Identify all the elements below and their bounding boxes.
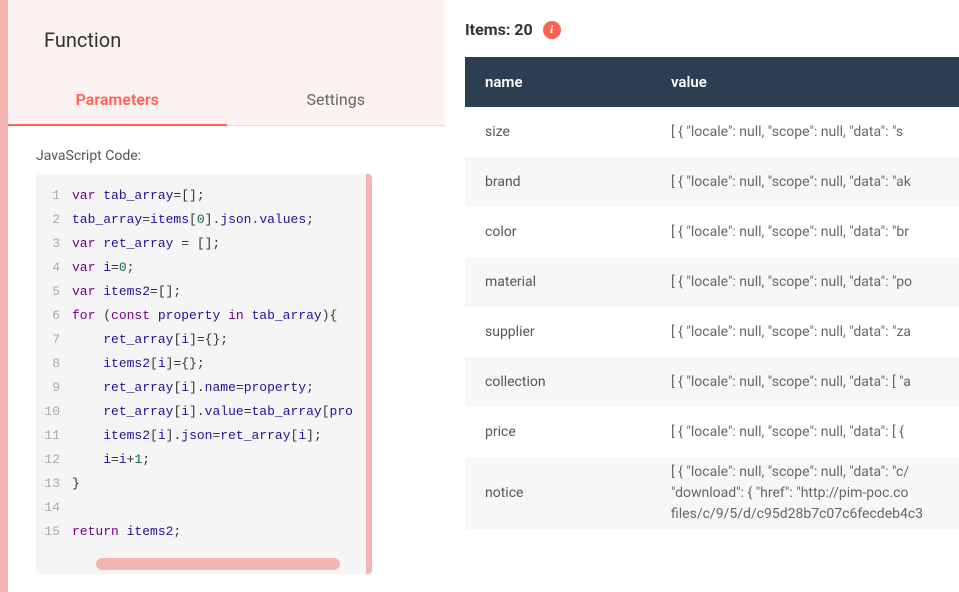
code-editor[interactable]: 1var tab_array=[];2tab_array=items[0].js…: [36, 174, 372, 574]
table-row[interactable]: size[ { "locale": null, "scope": null, "…: [465, 107, 959, 157]
tabs: Parameters Settings: [8, 74, 445, 126]
cell-name: size: [465, 107, 651, 157]
code-line: 13}: [36, 472, 366, 496]
items-header: Items: 20 i: [465, 20, 959, 57]
left-panel: Function Parameters Settings JavaScript …: [8, 0, 445, 592]
table-row[interactable]: color[ { "locale": null, "scope": null, …: [465, 207, 959, 257]
code-line: 12 i=i+1;: [36, 448, 366, 472]
table-row[interactable]: supplier[ { "locale": null, "scope": nul…: [465, 307, 959, 357]
code-line: 14: [36, 496, 366, 520]
code-line: 3var ret_array = [];: [36, 232, 366, 256]
table-row[interactable]: collection[ { "locale": null, "scope": n…: [465, 357, 959, 407]
horizontal-scrollbar[interactable]: [96, 558, 340, 570]
cell-name: material: [465, 257, 651, 307]
cell-value: [ { "locale": null, "scope": null, "data…: [651, 257, 959, 307]
cell-name: collection: [465, 357, 651, 407]
info-icon[interactable]: i: [543, 21, 561, 39]
code-label: JavaScript Code:: [36, 148, 433, 164]
code-line: 11 items2[i].json=ret_array[i];: [36, 424, 366, 448]
cell-name: notice: [465, 457, 651, 529]
items-count-label: Items: 20: [465, 20, 533, 39]
table-row[interactable]: price[ { "locale": null, "scope": null, …: [465, 407, 959, 457]
header-section: Function Parameters Settings: [8, 0, 445, 126]
tab-parameters[interactable]: Parameters: [8, 74, 227, 125]
table-header-row: name value: [465, 57, 959, 107]
body-section: JavaScript Code: 1var tab_array=[];2tab_…: [8, 126, 445, 592]
code-line: 4var i=0;: [36, 256, 366, 280]
table-row[interactable]: notice[ { "locale": null, "scope": null,…: [465, 457, 959, 529]
right-panel: Items: 20 i name value size[ { "locale":…: [445, 0, 959, 592]
column-header-name[interactable]: name: [465, 57, 651, 107]
code-line: 2tab_array=items[0].json.values;: [36, 208, 366, 232]
table-row[interactable]: material[ { "locale": null, "scope": nul…: [465, 257, 959, 307]
code-line: 1var tab_array=[];: [36, 184, 366, 208]
cell-value: [ { "locale": null, "scope": null, "data…: [651, 407, 959, 457]
cell-name: color: [465, 207, 651, 257]
cell-value: [ { "locale": null, "scope": null, "data…: [651, 457, 959, 529]
tab-settings[interactable]: Settings: [227, 74, 446, 125]
code-line: 10 ret_array[i].value=tab_array[pro: [36, 400, 366, 424]
code-line: 6for (const property in tab_array){: [36, 304, 366, 328]
code-line: 8 items2[i]={};: [36, 352, 366, 376]
results-table: name value size[ { "locale": null, "scop…: [465, 57, 959, 529]
cell-name: brand: [465, 157, 651, 207]
cell-value: [ { "locale": null, "scope": null, "data…: [651, 207, 959, 257]
cell-value: [ { "locale": null, "scope": null, "data…: [651, 107, 959, 157]
table-row[interactable]: brand[ { "locale": null, "scope": null, …: [465, 157, 959, 207]
cell-value: [ { "locale": null, "scope": null, "data…: [651, 357, 959, 407]
code-line: 9 ret_array[i].name=property;: [36, 376, 366, 400]
cell-name: supplier: [465, 307, 651, 357]
code-line: 7 ret_array[i]={};: [36, 328, 366, 352]
code-line: 15return items2;: [36, 520, 366, 544]
left-accent-bar: [0, 0, 8, 592]
cell-value: [ { "locale": null, "scope": null, "data…: [651, 157, 959, 207]
code-line: 5var items2=[];: [36, 280, 366, 304]
page-title: Function: [8, 0, 445, 74]
column-header-value[interactable]: value: [651, 57, 959, 107]
cell-name: price: [465, 407, 651, 457]
cell-value: [ { "locale": null, "scope": null, "data…: [651, 307, 959, 357]
